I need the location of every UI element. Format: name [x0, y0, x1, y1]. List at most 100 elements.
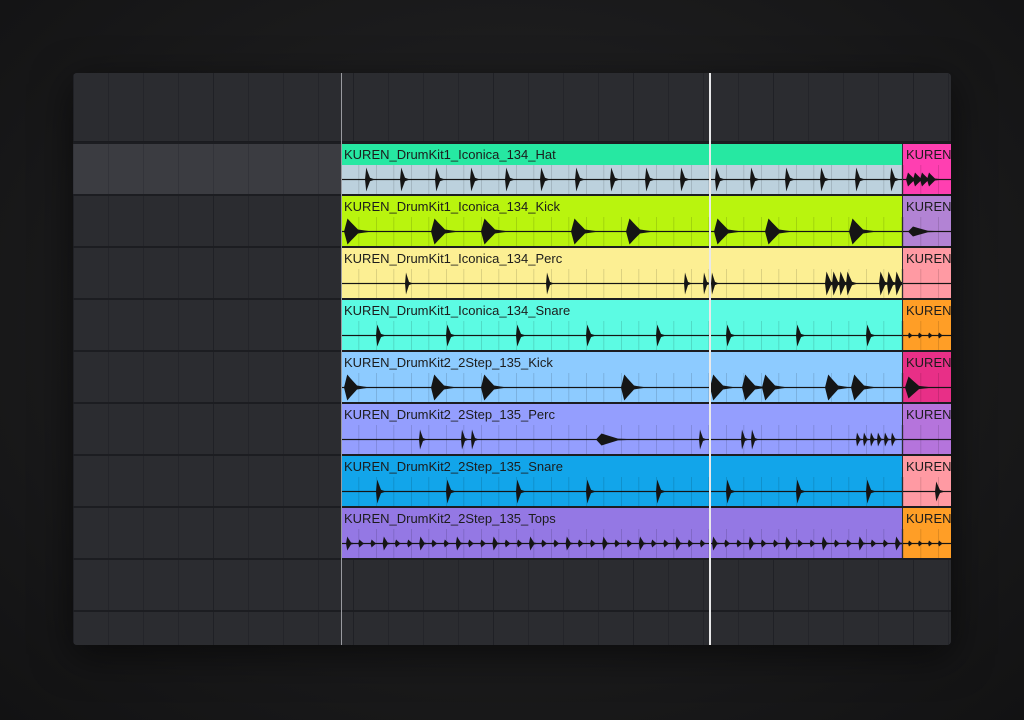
waveform-transient [370, 539, 381, 548]
audio-clip[interactable]: KUREN_DrumKit2_2Step_135_Perc [341, 404, 902, 454]
waveform-transient [626, 539, 637, 548]
waveform-transient [710, 374, 736, 401]
waveform-transient [726, 479, 736, 504]
clip-name: KUREN_DrumKit2_2Step_135_Snare [341, 456, 902, 477]
waveform-transient [699, 429, 707, 450]
waveform-transient [516, 324, 526, 347]
audio-clip[interactable]: KUREN_DrumKit2_2Step_135_Snare [341, 456, 902, 506]
waveform-transient [675, 536, 686, 551]
audio-clip[interactable]: KUREN_DrumKit1_Iconica_134_Kick [341, 196, 902, 246]
clip-waveform [903, 165, 951, 194]
waveform-transient [918, 540, 926, 547]
track-lane: KUREN_DrumKit2_2Step_135_Kick KUREN [73, 352, 951, 402]
clip-waveform [903, 269, 951, 298]
waveform-transient [750, 167, 760, 192]
audio-clip[interactable]: KUREN_DrumKit2_2Step_135_Tops [341, 508, 902, 558]
audio-clip-next[interactable]: KUREN [903, 248, 951, 298]
waveform-transient [684, 272, 692, 295]
waveform-transient [762, 374, 788, 401]
waveform-transient [586, 479, 596, 504]
waveform-transient [908, 540, 916, 547]
waveform-transient [846, 539, 857, 548]
track-header-area[interactable] [73, 456, 341, 506]
playhead-cursor[interactable] [709, 73, 711, 645]
waveform-transient [394, 539, 405, 548]
audio-clip-next[interactable]: KUREN [903, 404, 951, 454]
waveform-transient [481, 374, 507, 401]
waveform-transient [712, 536, 722, 551]
clip-waveform [903, 217, 951, 246]
clip-waveform [341, 165, 902, 194]
clip-name: KUREN_DrumKit1_Iconica_134_Hat [341, 144, 902, 165]
waveform-transient [866, 479, 876, 504]
waveform-transient [918, 332, 926, 339]
audio-clip-next[interactable]: KUREN [903, 144, 951, 194]
waveform-transient [866, 324, 876, 347]
clip-name: KUREN_DrumKit1_Iconica_134_Perc [341, 248, 902, 269]
audio-clip-next[interactable]: KUREN [903, 456, 951, 506]
track-header-area[interactable] [73, 248, 341, 298]
waveform-transient [714, 218, 742, 245]
waveform-transient [870, 539, 881, 548]
clip-name: KUREN [903, 352, 951, 373]
waveform-transient [680, 167, 690, 192]
waveform-transient [480, 539, 491, 548]
waveform-transient [726, 324, 736, 347]
track-header-area[interactable] [73, 300, 341, 350]
waveform-transient [431, 218, 459, 245]
waveform-transient [846, 271, 858, 296]
audio-clip-next[interactable]: KUREN [903, 300, 951, 350]
audio-clip[interactable]: KUREN_DrumKit1_Iconica_134_Perc [341, 248, 902, 298]
track-header-area[interactable] [73, 404, 341, 454]
waveform-transient [908, 226, 948, 237]
waveform-transient [890, 167, 900, 192]
waveform-transient [935, 481, 945, 502]
waveform-transient [443, 539, 454, 548]
track-header-area[interactable] [73, 352, 341, 402]
waveform-transient [446, 324, 456, 347]
track-lane: KUREN_DrumKit1_Iconica_134_Snare KUREN [73, 300, 951, 350]
waveform-transient [855, 167, 865, 192]
waveform-transient [596, 433, 640, 446]
waveform-transient [431, 539, 442, 548]
waveform-transient [891, 432, 899, 447]
clip-waveform [341, 373, 902, 402]
waveform-transient [376, 479, 386, 504]
track-header-area[interactable] [73, 196, 341, 246]
waveform-transient [711, 272, 719, 295]
waveform-transient [346, 536, 356, 551]
audio-clip[interactable]: KUREN_DrumKit2_2Step_135_Kick [341, 352, 902, 402]
waveform-transient [645, 167, 655, 192]
clip-name: KUREN [903, 248, 951, 269]
waveform-transient [834, 539, 844, 548]
audio-clip-next[interactable]: KUREN [903, 508, 951, 558]
waveform-transient [895, 536, 902, 551]
waveform-transient [884, 432, 892, 447]
waveform-transient [492, 536, 503, 551]
waveform-transient [571, 218, 599, 245]
waveform-transient [382, 536, 393, 551]
audio-clip[interactable]: KUREN_DrumKit1_Iconica_134_Hat [341, 144, 902, 194]
waveform-transient [928, 332, 936, 339]
loop-start-marker[interactable] [341, 73, 342, 645]
clip-waveform [341, 477, 902, 506]
waveform-transient [820, 167, 830, 192]
clip-waveform [341, 529, 902, 558]
waveform-transient [741, 429, 749, 450]
track-header-area[interactable] [73, 144, 341, 194]
waveform-transient [927, 172, 943, 187]
arrangement-view[interactable]: KUREN_DrumKit1_Iconica_134_Hat KUREN KUREN… [73, 73, 951, 645]
audio-clip[interactable]: KUREN_DrumKit1_Iconica_134_Snare [341, 300, 902, 350]
waveform-transient [610, 167, 620, 192]
track-header-area[interactable] [73, 508, 341, 558]
clip-waveform [341, 425, 902, 454]
clip-name: KUREN [903, 300, 951, 321]
waveform-baseline [903, 282, 951, 285]
clip-name: KUREN [903, 508, 951, 529]
audio-clip-next[interactable]: KUREN [903, 352, 951, 402]
clip-name: KUREN [903, 196, 951, 217]
waveform-transient [821, 536, 832, 551]
waveform-transient [663, 539, 674, 548]
audio-clip-next[interactable]: KUREN [903, 196, 951, 246]
waveform-transient [621, 374, 647, 401]
